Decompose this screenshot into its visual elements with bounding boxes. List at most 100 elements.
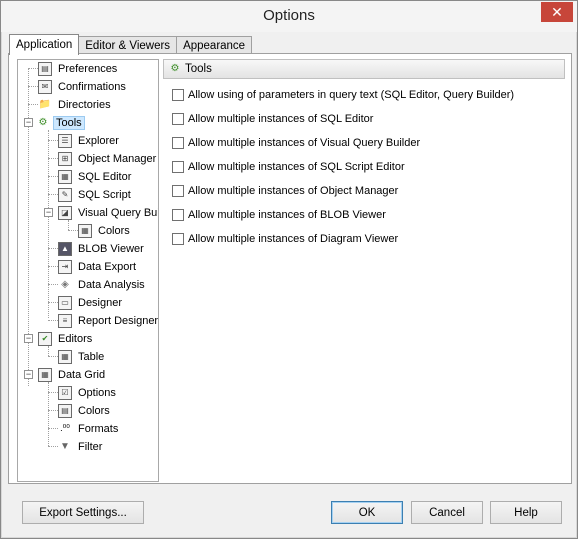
tree-item-label: Preferences [58, 62, 118, 75]
tree-line [28, 104, 38, 105]
section-header: ⚙ Tools [163, 59, 565, 79]
tree-item-data-grid[interactable]: ▦ Data Grid [38, 366, 108, 383]
tools-options-panel: ⚙ Tools Allow using of parameters in que… [163, 59, 565, 482]
tree-item-grid-colors[interactable]: ▤ Colors [58, 402, 113, 419]
option-label: Allow multiple instances of SQL Script E… [188, 161, 405, 173]
option-label: Allow multiple instances of Visual Query… [188, 137, 421, 149]
title-bar[interactable]: Options ✕ [1, 1, 577, 32]
ok-button[interactable]: OK [331, 501, 403, 524]
sql-script-icon: ✎ [58, 187, 72, 202]
checkbox[interactable] [172, 233, 184, 245]
data-grid-collapse-toggle[interactable]: − [24, 370, 33, 379]
option-allow-parameters[interactable]: Allow using of parameters in query text … [172, 87, 514, 103]
tree-item-formats[interactable]: .⁰⁰ Formats [58, 420, 121, 437]
tree-item-editors[interactable]: ✔ Editors [38, 330, 95, 347]
checkbox[interactable] [172, 137, 184, 149]
option-multi-visual-query-builder[interactable]: Allow multiple instances of Visual Query… [172, 135, 420, 151]
tree-item-vqb-colors[interactable]: ▦ Colors [78, 222, 133, 239]
tree-item-sql-script[interactable]: ✎ SQL Script [58, 186, 134, 203]
option-multi-diagram-viewer[interactable]: Allow multiple instances of Diagram View… [172, 231, 398, 247]
tab-application[interactable]: Application [9, 34, 80, 57]
sql-editor-icon: ▦ [58, 169, 72, 184]
tools-collapse-toggle[interactable]: − [24, 118, 33, 127]
folder-icon: 📁 [38, 98, 52, 110]
tree-line [48, 346, 49, 356]
tree-line [28, 86, 38, 87]
tree-item-label: Explorer [78, 134, 119, 147]
option-multi-object-manager[interactable]: Allow multiple instances of Object Manag… [172, 183, 398, 199]
close-icon: ✕ [551, 3, 563, 20]
visual-query-builder-collapse-toggle[interactable]: − [44, 208, 53, 217]
data-export-icon: ⇥ [58, 259, 72, 274]
tree-item-label: Confirmations [58, 80, 126, 93]
tree-line [48, 194, 58, 195]
tree-item-label: Directories [58, 98, 111, 111]
option-label: Allow multiple instances of SQL Editor [188, 113, 374, 125]
tree-item-preferences[interactable]: ▤ Preferences [38, 60, 120, 77]
tree-item-label: Report Designer [78, 314, 159, 327]
tree-item-label: Colors [78, 404, 110, 417]
tree-item-label: SQL Editor [78, 170, 132, 183]
help-button[interactable]: Help [490, 501, 562, 524]
checkbox[interactable] [172, 113, 184, 125]
tab-application-label: Application [16, 39, 73, 51]
editors-collapse-toggle[interactable]: − [24, 334, 33, 343]
tree-line [48, 428, 58, 429]
tree-item-label: Object Manager [78, 152, 157, 165]
tree-item-label: Formats [78, 422, 119, 435]
options-icon: ☑ [58, 385, 72, 400]
colors-icon: ▤ [58, 403, 72, 418]
checkbox[interactable] [172, 89, 184, 101]
close-button[interactable]: ✕ [541, 2, 573, 22]
option-label: Allow multiple instances of Object Manag… [188, 185, 399, 197]
tree-line [48, 284, 58, 285]
tree-item-label: Tools [53, 115, 85, 130]
editors-icon: ✔ [38, 331, 52, 346]
tree-item-label: Designer [78, 296, 123, 309]
option-multi-sql-editor[interactable]: Allow multiple instances of SQL Editor [172, 111, 373, 127]
export-settings-button[interactable]: Export Settings... [22, 501, 144, 524]
options-tree[interactable]: − − − − ▤ Preferences ✉ Confirmations 📁 Dir… [17, 59, 159, 482]
tree-item-blob-viewer[interactable]: ▲ BLOB Viewer [58, 240, 147, 257]
tree-line [48, 158, 58, 159]
tree-item-tools[interactable]: ⚙ Tools [36, 114, 85, 131]
window-title: Options [263, 7, 315, 24]
tab-editor-viewers-label: Editor & Viewers [85, 40, 171, 52]
tools-icon: ⚙ [38, 116, 48, 128]
tree-line [48, 392, 58, 393]
query-builder-icon: ◪ [58, 205, 72, 220]
tree-item-data-analysis[interactable]: ◈ Data Analysis [58, 276, 148, 293]
tree-item-designer[interactable]: ▭ Designer [58, 294, 125, 311]
tree-item-sql-editor[interactable]: ▦ SQL Editor [58, 168, 134, 185]
object-manager-icon: ⊞ [58, 151, 72, 166]
tree-item-directories[interactable]: 📁 Directories [38, 96, 114, 113]
tree-item-object-manager[interactable]: ⊞ Object Manager [58, 150, 158, 167]
tree-item-label: Table [78, 350, 105, 363]
tree-item-grid-options[interactable]: ☑ Options [58, 384, 119, 401]
tree-item-report-designer[interactable]: ≡ Report Designer [58, 312, 159, 329]
checkbox[interactable] [172, 209, 184, 221]
tree-line [48, 302, 58, 303]
checkbox[interactable] [172, 185, 184, 197]
tree-line [48, 176, 58, 177]
section-header-title: Tools [185, 63, 212, 75]
option-multi-blob-viewer[interactable]: Allow multiple instances of BLOB Viewer [172, 207, 386, 223]
cancel-button[interactable]: Cancel [411, 501, 483, 524]
tree-line [48, 140, 58, 141]
option-multi-sql-script-editor[interactable]: Allow multiple instances of SQL Script E… [172, 159, 405, 175]
data-grid-icon: ▦ [38, 367, 52, 382]
tab-appearance-label: Appearance [183, 40, 246, 52]
tree-item-explorer[interactable]: ☰ Explorer [58, 132, 122, 149]
tree-item-data-export[interactable]: ⇥ Data Export [58, 258, 139, 275]
tree-line [68, 220, 69, 230]
tree-item-label: Options [78, 386, 116, 399]
button-bar: Export Settings... OK Cancel Help [8, 490, 572, 533]
tree-item-confirmations[interactable]: ✉ Confirmations [38, 78, 129, 95]
blob-viewer-icon: ▲ [58, 241, 72, 256]
confirmations-icon: ✉ [38, 79, 52, 94]
tree-item-table[interactable]: ▦ Table [58, 348, 107, 365]
tree-item-filter[interactable]: ▼ Filter [58, 438, 105, 455]
tree-item-label: SQL Script [78, 188, 131, 201]
checkbox[interactable] [172, 161, 184, 173]
tree-item-visual-query-builder[interactable]: ◪ Visual Query Builder [58, 204, 158, 221]
